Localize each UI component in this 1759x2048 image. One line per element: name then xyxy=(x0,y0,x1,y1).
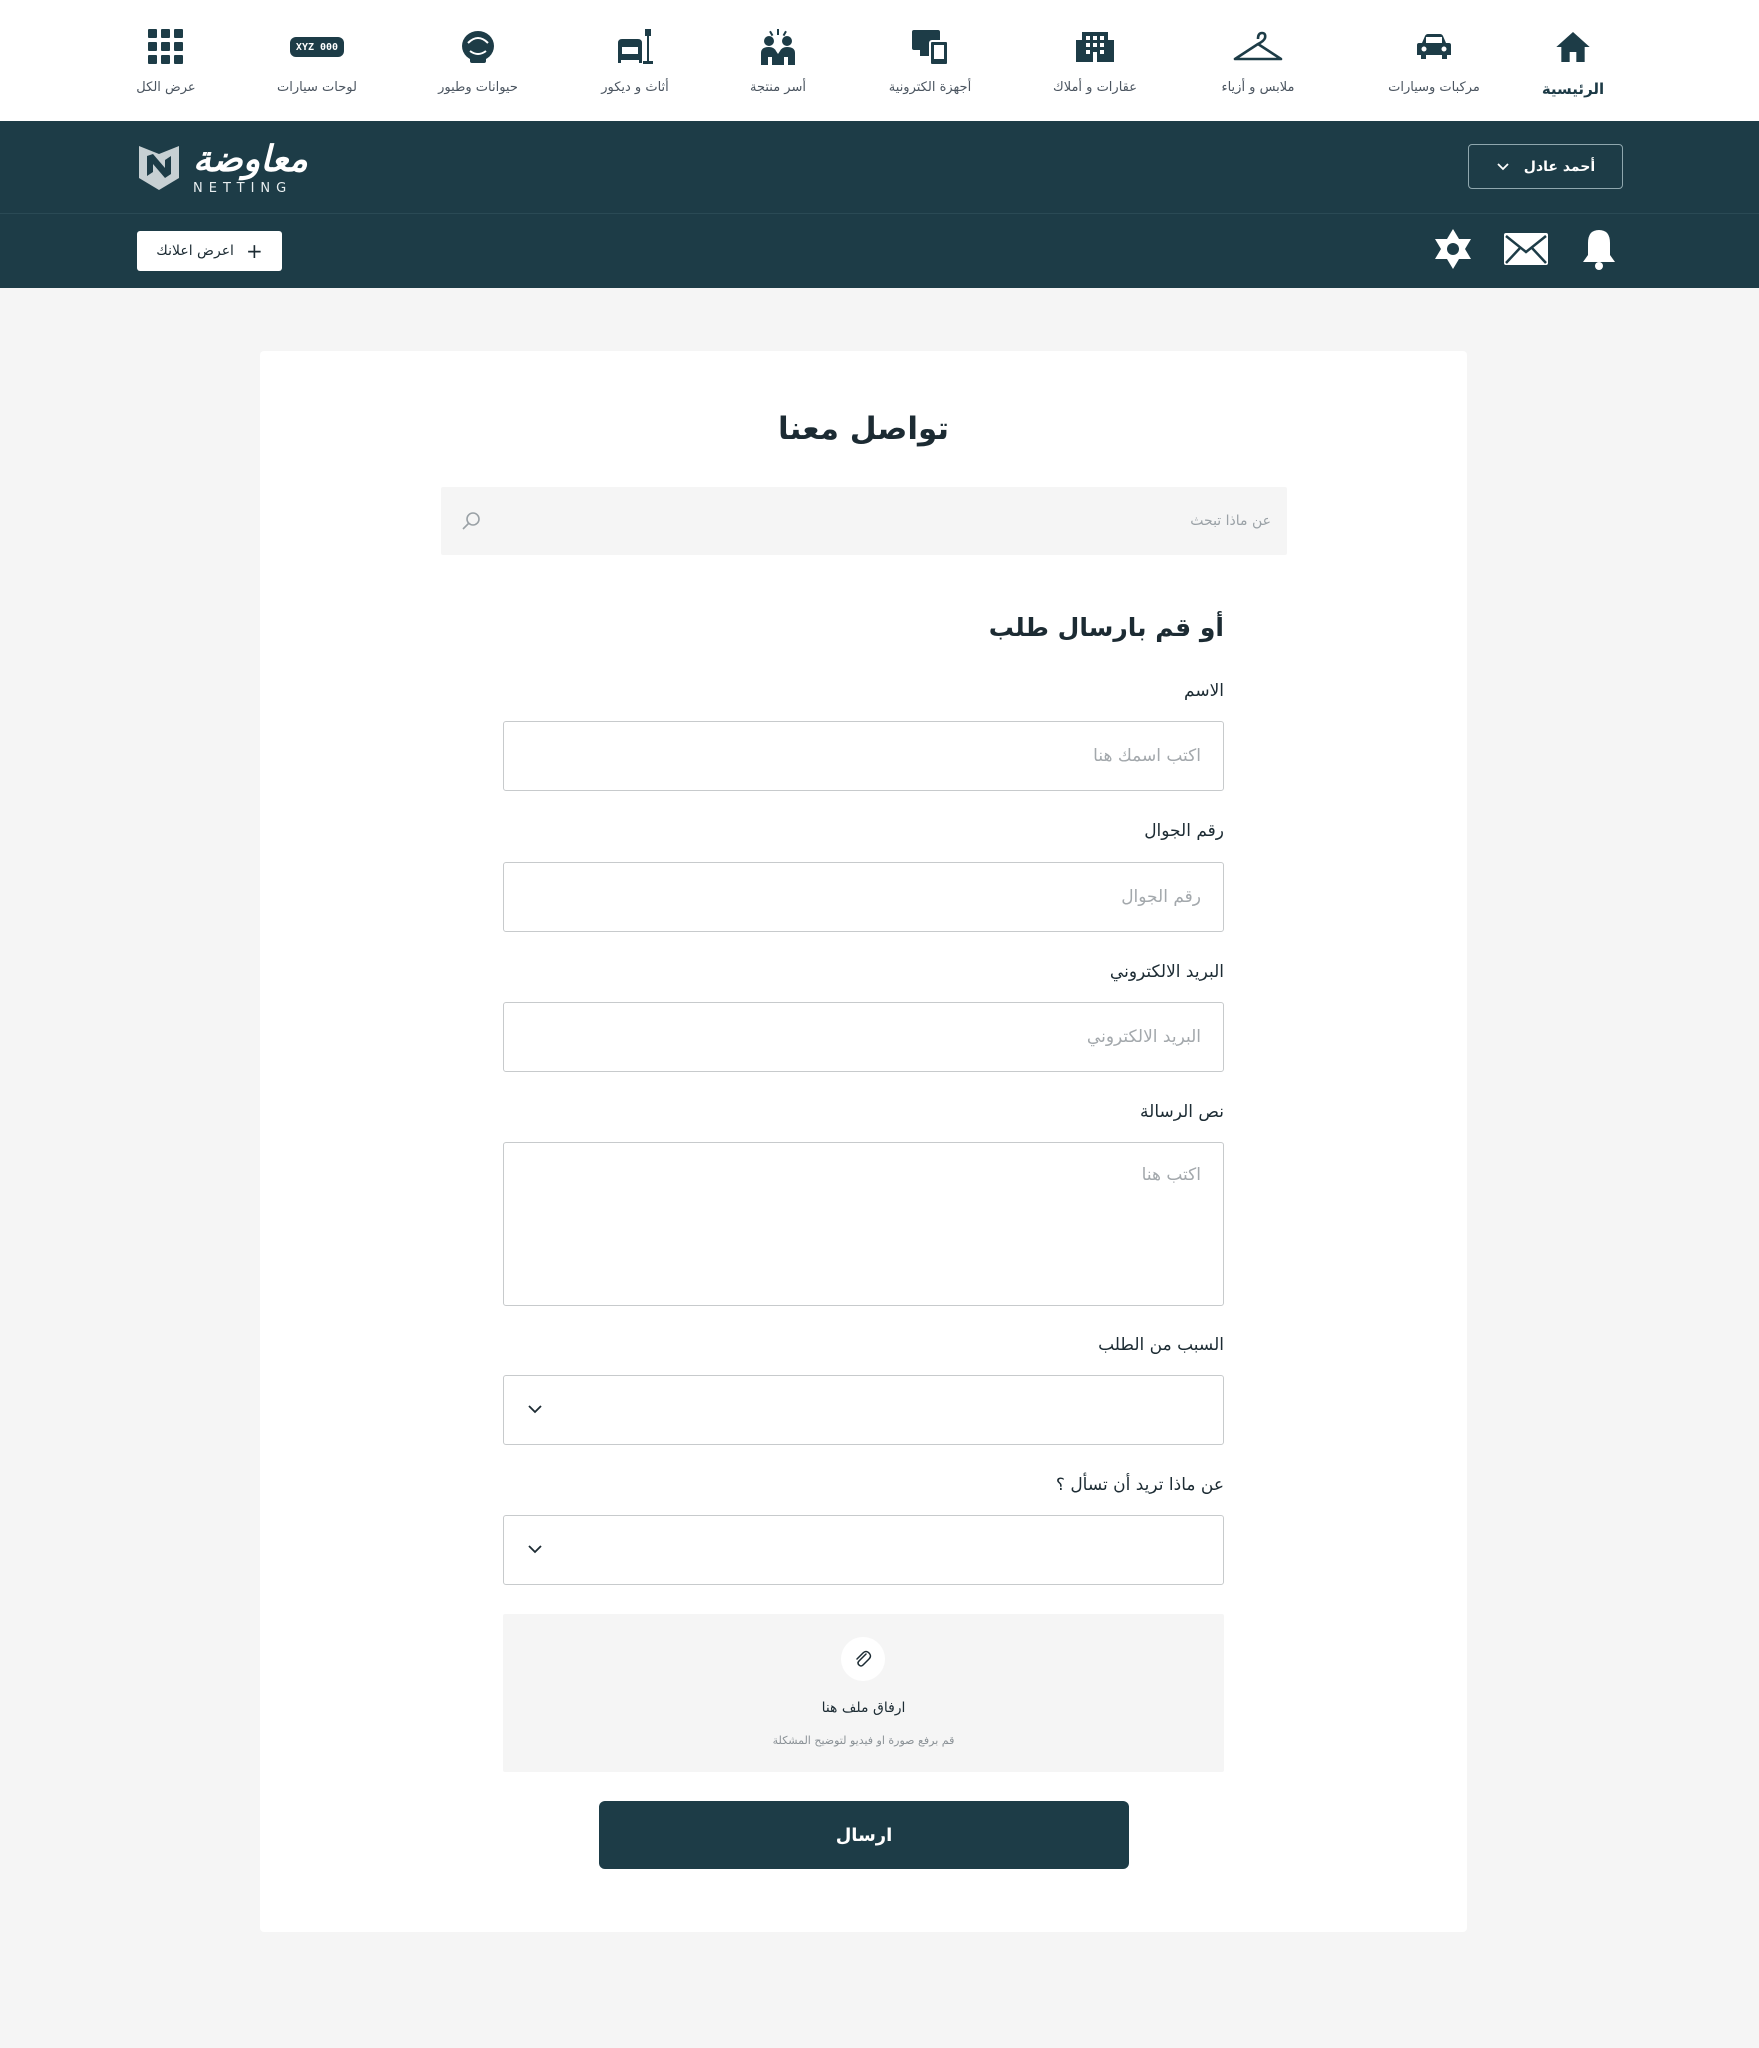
category-label: الرئيسية xyxy=(1541,80,1605,98)
phone-label: رقم الجوال xyxy=(1144,821,1224,841)
category-label: ملابس و أزياء xyxy=(1221,80,1295,95)
category-view-all[interactable]: عرض الكل xyxy=(91,24,241,95)
name-field xyxy=(503,721,1224,791)
page-title: تواصل معنا xyxy=(777,411,950,447)
category-electronics[interactable]: أجهزة الكترونية xyxy=(855,24,1005,95)
logo-english: NETTING xyxy=(193,180,293,196)
paperclip-icon xyxy=(841,1637,885,1681)
form-title: أو قم بارسال طلب xyxy=(988,613,1224,642)
family-icon xyxy=(703,24,853,70)
star-of-favorites-icon[interactable] xyxy=(1430,226,1476,272)
email-field xyxy=(503,1002,1224,1072)
home-icon xyxy=(1498,24,1648,70)
category-label: عرض الكل xyxy=(136,80,196,95)
chevron-down-icon xyxy=(1496,160,1510,174)
reason-label: السبب من الطلب xyxy=(1098,1335,1224,1355)
category-furniture[interactable]: أثاث و ديكور xyxy=(560,24,710,95)
phone-input[interactable] xyxy=(504,863,1223,931)
name-input[interactable] xyxy=(504,722,1223,790)
message-label: نص الرسالة xyxy=(1140,1102,1224,1122)
category-home[interactable]: الرئيسية xyxy=(1498,24,1648,98)
email-input[interactable] xyxy=(504,1003,1223,1071)
contact-card: تواصل معنا أو قم بارسال طلب الاسم رقم ال… xyxy=(260,351,1467,1932)
car-icon xyxy=(1359,24,1509,70)
message-field xyxy=(503,1142,1224,1306)
building-icon xyxy=(1020,24,1170,70)
submit-button[interactable]: ارسال xyxy=(599,1801,1129,1869)
message-textarea[interactable] xyxy=(504,1143,1223,1305)
phone-field xyxy=(503,862,1224,932)
topic-select[interactable] xyxy=(503,1515,1224,1585)
email-label: البريد الالكتروني xyxy=(1109,962,1224,982)
user-menu-button[interactable]: أحمد عادل xyxy=(1468,144,1623,189)
upload-hint: قم برفع صورة او فيديو لتوضيح المشكلة xyxy=(772,1734,955,1747)
plate-text: XYZ 000 xyxy=(290,37,344,57)
grid-icon xyxy=(91,24,241,70)
topic-label: عن ماذا تريد أن تسأل ؟ xyxy=(1055,1475,1224,1495)
name-label: الاسم xyxy=(1184,681,1224,701)
category-vehicles[interactable]: مركبات وسيارات xyxy=(1359,24,1509,95)
file-upload-area[interactable]: ارفاق ملف هنا قم برفع صورة او فيديو لتوض… xyxy=(503,1614,1224,1772)
mail-icon[interactable] xyxy=(1503,226,1549,272)
category-label: أثاث و ديكور xyxy=(601,80,669,95)
plus-icon: + xyxy=(245,239,263,263)
post-ad-button[interactable]: اعرض اعلانك + xyxy=(137,231,282,271)
search-bar xyxy=(441,487,1287,555)
category-label: أجهزة الكترونية xyxy=(888,80,972,95)
category-productive-families[interactable]: أسر منتجة xyxy=(703,24,853,95)
category-label: مركبات وسيارات xyxy=(1388,80,1480,95)
post-ad-label: اعرض اعلانك xyxy=(156,243,234,259)
bell-icon[interactable] xyxy=(1576,226,1622,272)
category-license-plates[interactable]: XYZ 000 لوحات سيارات xyxy=(242,24,392,95)
category-label: حيوانات وطيور xyxy=(438,80,518,95)
site-logo[interactable]: معاوضة NETTING xyxy=(137,137,309,196)
reason-select[interactable] xyxy=(503,1375,1224,1445)
chevron-down-icon xyxy=(528,1545,542,1554)
upload-title: ارفاق ملف هنا xyxy=(821,1700,906,1716)
search-input[interactable] xyxy=(501,487,1271,555)
user-name: أحمد عادل xyxy=(1523,158,1596,175)
logo-mark-icon xyxy=(139,146,179,190)
category-pets[interactable]: حيوانات وطيور xyxy=(403,24,553,95)
pets-icon xyxy=(403,24,553,70)
chevron-down-icon xyxy=(528,1405,542,1414)
category-label: عقارات و أملاك xyxy=(1052,80,1137,95)
furniture-icon xyxy=(560,24,710,70)
category-real-estate[interactable]: عقارات و أملاك xyxy=(1020,24,1170,95)
category-fashion[interactable]: ملابس و أزياء xyxy=(1183,24,1333,95)
category-bar: الرئيسية مركبات وسيارات ملابس و أزياء عق… xyxy=(0,0,1759,121)
category-label: أسر منتجة xyxy=(750,80,806,95)
devices-icon xyxy=(855,24,1005,70)
license-plate-icon: XYZ 000 xyxy=(242,24,392,70)
category-label: لوحات سيارات xyxy=(277,80,357,95)
hanger-icon xyxy=(1183,24,1333,70)
logo-arabic: معاوضة xyxy=(193,137,309,180)
search-icon[interactable] xyxy=(459,509,483,533)
